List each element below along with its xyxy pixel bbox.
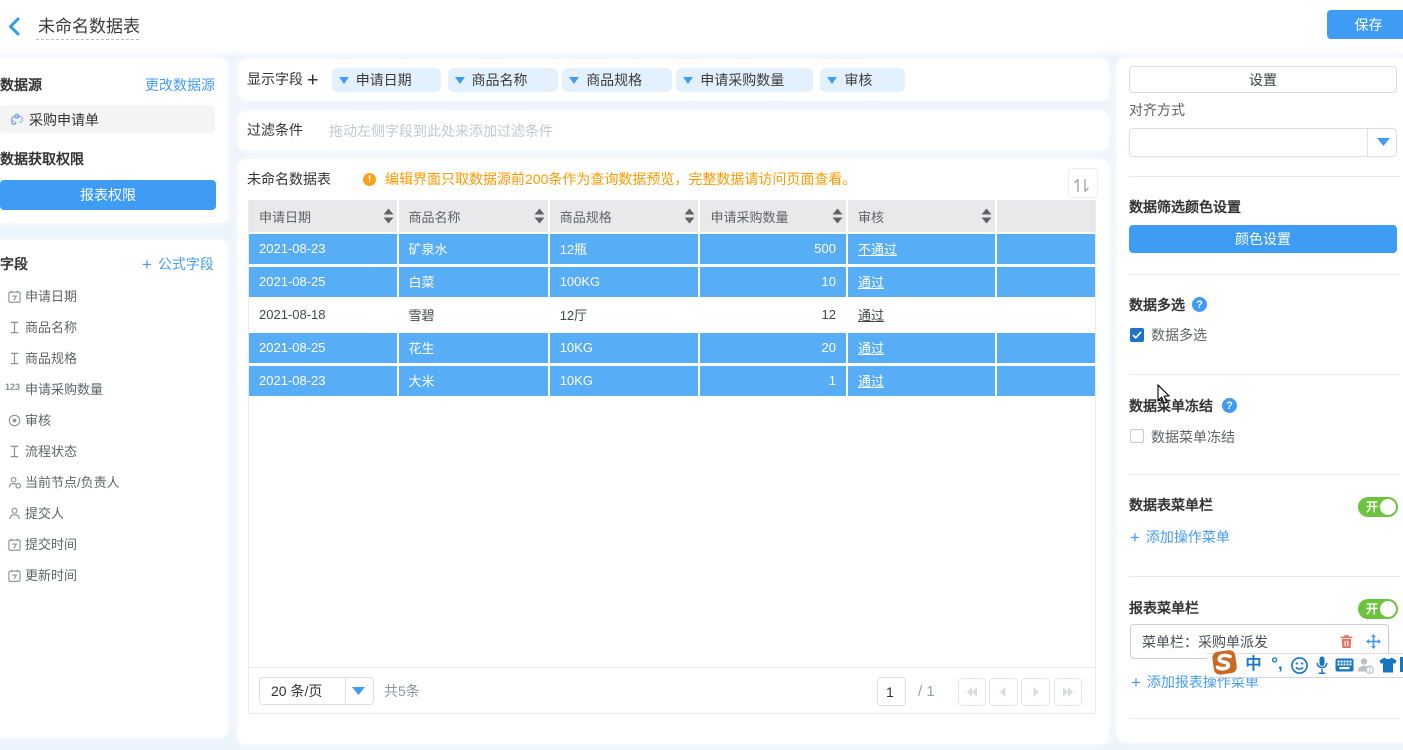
svg-text:7: 7: [1368, 667, 1372, 674]
